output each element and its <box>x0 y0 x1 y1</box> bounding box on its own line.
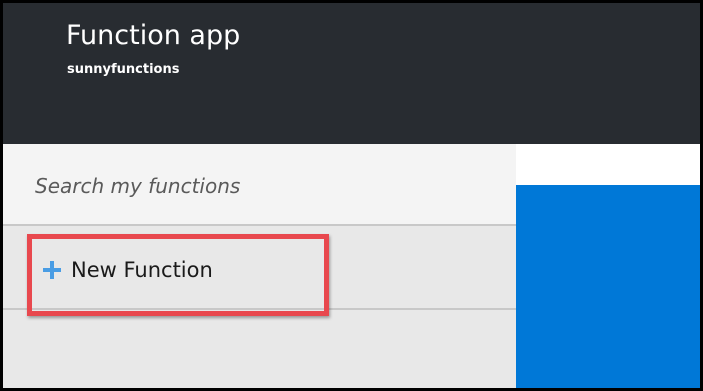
search-row <box>3 144 516 226</box>
sidebar: New Function <box>3 144 516 388</box>
app-name-subtitle: sunnyfunctions <box>67 62 180 77</box>
new-function-button[interactable]: New Function <box>43 256 213 284</box>
page-title: Function app <box>66 20 241 51</box>
app-window: Function app sunnyfunctions New Function <box>0 0 703 391</box>
search-input[interactable] <box>35 168 495 204</box>
new-function-row: New Function <box>3 228 516 310</box>
new-function-label: New Function <box>71 258 213 282</box>
blue-panel <box>516 185 700 388</box>
header: Function app sunnyfunctions <box>3 3 700 144</box>
plus-icon <box>43 261 61 279</box>
main-content <box>516 144 700 388</box>
